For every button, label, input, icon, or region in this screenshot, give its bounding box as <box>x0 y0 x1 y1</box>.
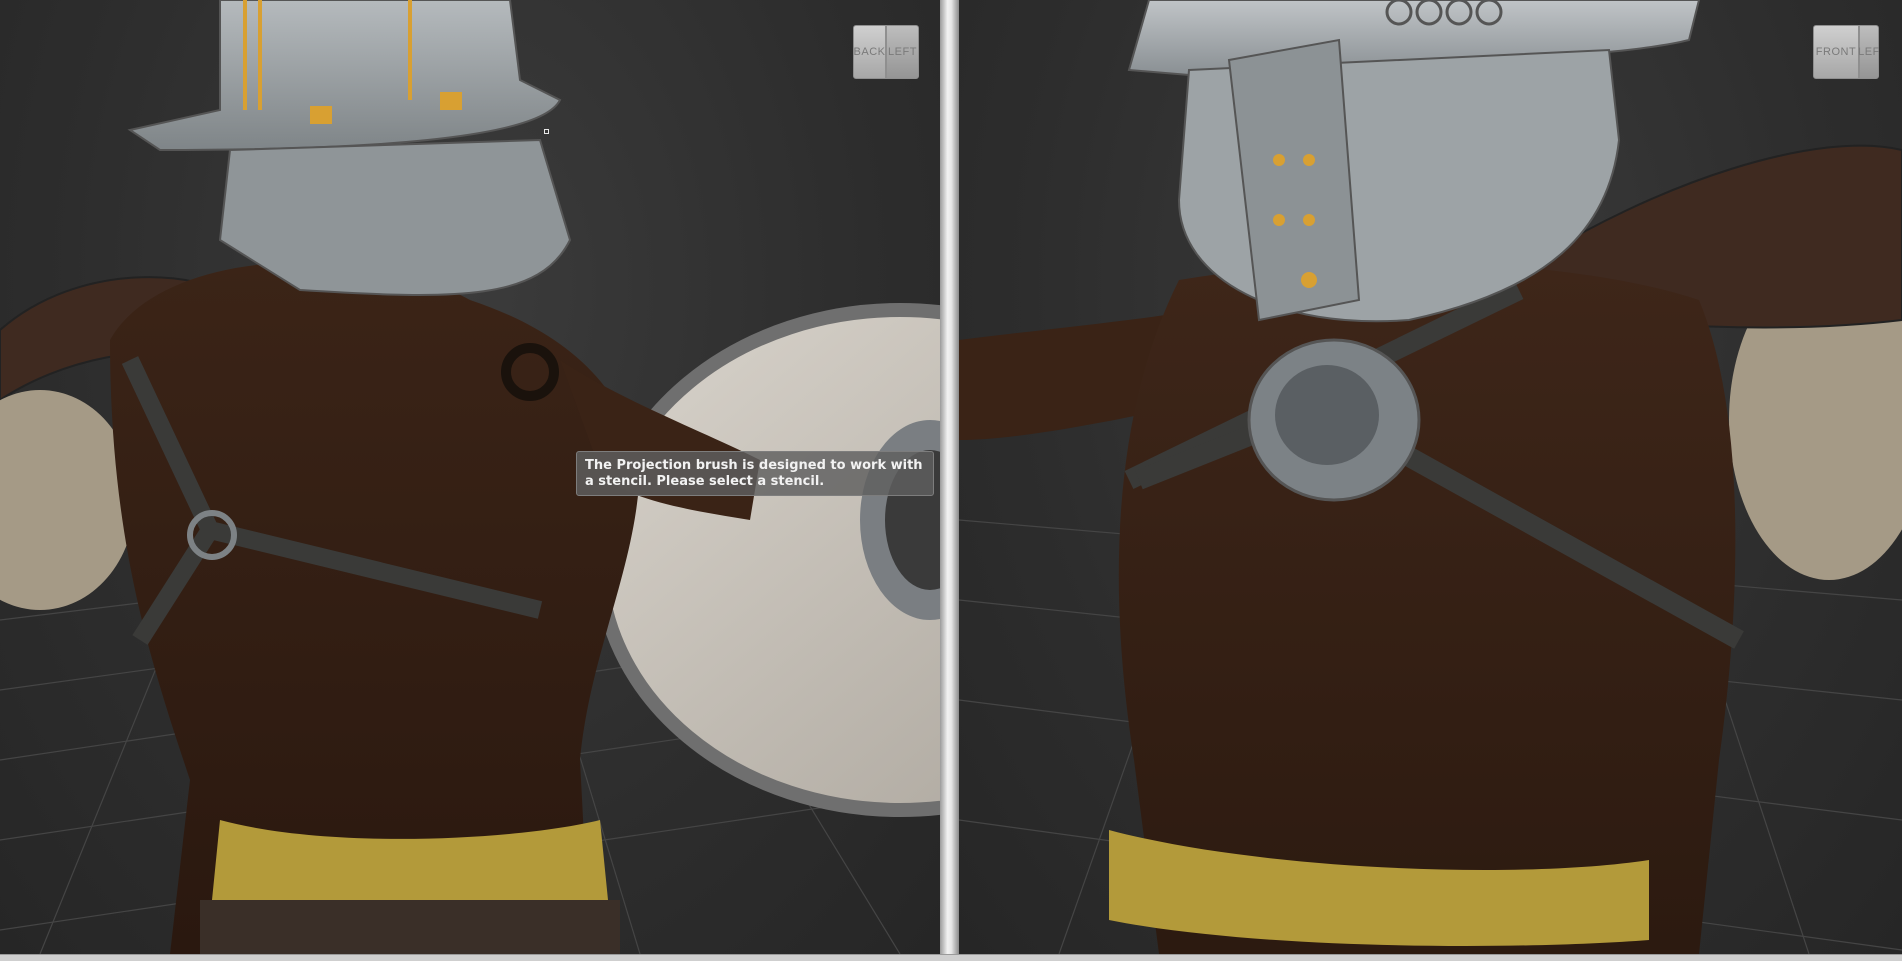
view-cube[interactable]: FRONT LEF <box>1813 25 1879 79</box>
view-cube-face-left[interactable]: LEFT <box>886 25 919 79</box>
projection-brush-tooltip: The Projection brush is designed to work… <box>576 451 934 496</box>
left-viewport[interactable]: BACK LEFT The Projection brush is design… <box>0 0 940 954</box>
cursor-marker <box>544 129 549 134</box>
wooden-shield <box>593 303 940 817</box>
viewport-splitter[interactable] <box>940 0 959 960</box>
right-viewport[interactable]: FRONT LEF <box>959 0 1902 954</box>
view-cube-face-back[interactable]: BACK <box>853 25 886 79</box>
view-cube[interactable]: BACK LEFT <box>853 25 919 79</box>
view-cube-face-left[interactable]: LEF <box>1858 25 1879 79</box>
view-cube-face-front[interactable]: FRONT <box>1813 25 1859 79</box>
right-3d-model-render <box>959 0 1902 954</box>
